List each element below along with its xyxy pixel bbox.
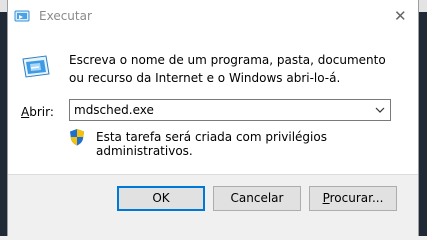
run-icon <box>14 10 30 22</box>
open-label-text: brir: <box>29 105 54 119</box>
browse-accelerator: P <box>322 191 330 205</box>
dialog-body: Escreva o nome de um programa, pasta, do… <box>8 32 418 174</box>
description-text: Escreva o nome de um programa, pasta, do… <box>69 53 386 85</box>
cancel-button[interactable]: Cancelar <box>213 186 301 211</box>
chevron-down-icon[interactable] <box>373 103 387 117</box>
run-dialog: Executar ✕ Escreva o nome de um programa… <box>7 0 419 236</box>
background-right-edge-top <box>419 0 427 12</box>
close-icon: ✕ <box>394 7 407 25</box>
open-input[interactable]: mdsched.exe <box>74 103 154 117</box>
open-combobox[interactable]: mdsched.exe <box>69 99 391 121</box>
uac-shield-icon <box>70 129 84 146</box>
run-icon <box>22 55 50 78</box>
open-label-accelerator: A <box>21 105 30 119</box>
title-bar[interactable]: Executar ✕ <box>8 0 418 32</box>
close-button[interactable]: ✕ <box>382 0 418 32</box>
open-label: Abrir: <box>21 105 54 119</box>
browse-button[interactable]: Procurar... <box>309 186 397 211</box>
background-right-edge <box>419 0 427 236</box>
browse-label: rocurar... <box>329 191 384 205</box>
window-title: Executar <box>39 9 92 23</box>
ok-button[interactable]: OK <box>117 186 205 211</box>
admin-privileges-note: Esta tarefa será criada com privilégios … <box>96 130 327 158</box>
button-bar: OK Cancelar Procurar... <box>8 174 418 236</box>
